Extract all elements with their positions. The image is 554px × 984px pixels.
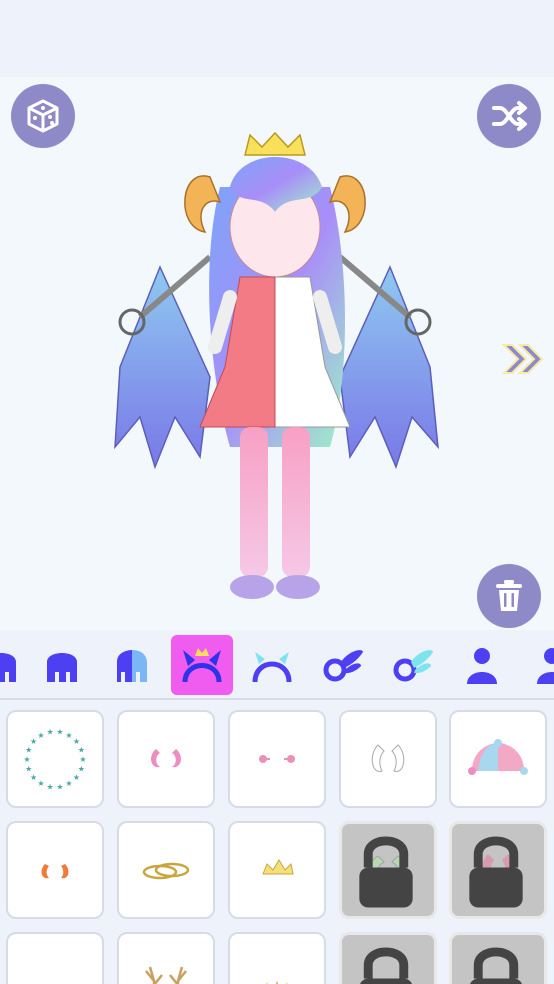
svg-text:★: ★ <box>79 755 86 764</box>
item-tile-white-horns[interactable] <box>339 710 437 808</box>
white-horns-icon <box>371 744 405 772</box>
gold-rings-halo-icon <box>142 862 190 880</box>
lock-icon <box>360 947 412 984</box>
item-tile-demon-horns[interactable] <box>449 821 547 919</box>
item-tile-jester-hat[interactable] <box>449 710 547 808</box>
item-tile-gold-rings-halo[interactable] <box>117 821 215 919</box>
shuffle-icon <box>492 101 527 131</box>
item-tile-small-pink-horns[interactable] <box>117 710 215 808</box>
clear-button[interactable] <box>477 564 541 628</box>
shuffle-button[interactable] <box>477 84 541 148</box>
headband-icon <box>252 652 292 683</box>
category-tab-wings[interactable] <box>311 635 373 695</box>
item-grid: ★ ★ ★ ★ ★ ★ ★ ★ ★ ★ ★ ★ ★ ★ ★ ★ ★ ★ <box>0 702 554 984</box>
category-tab-hair-back[interactable] <box>31 635 93 695</box>
category-tab-wings-alt[interactable] <box>381 635 443 695</box>
small-pink-horns-icon <box>151 749 181 768</box>
dice-icon <box>27 99 59 133</box>
earrings-icon <box>259 755 295 763</box>
svg-text:★: ★ <box>56 727 63 736</box>
trash-icon <box>496 580 522 611</box>
antlers-icon <box>145 966 187 984</box>
svg-text:★: ★ <box>65 731 72 740</box>
svg-text:★: ★ <box>73 773 80 782</box>
lock-icon <box>470 947 522 984</box>
horns-headband-icon <box>182 648 222 683</box>
category-tab-body[interactable] <box>451 635 513 695</box>
category-tab-hair-front[interactable] <box>0 635 32 695</box>
double-chevron-right-icon <box>501 344 544 374</box>
hair-color-icon <box>117 650 147 682</box>
svg-text:★: ★ <box>25 765 32 774</box>
svg-text:★: ★ <box>30 773 37 782</box>
svg-text:★: ★ <box>30 737 37 746</box>
svg-text:★: ★ <box>47 783 54 792</box>
item-tile-earrings[interactable] <box>228 710 326 808</box>
empty-slot <box>15 941 95 984</box>
svg-text:★: ★ <box>78 745 85 754</box>
hair-back-icon <box>47 653 77 682</box>
tiara-icon <box>262 859 294 875</box>
randomize-button[interactable] <box>11 84 75 148</box>
sun-crown-icon <box>266 981 288 984</box>
item-tile-antlers[interactable] <box>117 932 215 984</box>
svg-text:★: ★ <box>37 779 44 788</box>
item-tile-curled-horns[interactable] <box>339 821 437 919</box>
svg-text:★: ★ <box>23 755 30 764</box>
svg-text:★: ★ <box>37 731 44 740</box>
category-tab-horns-headband[interactable] <box>171 635 233 695</box>
svg-text:★: ★ <box>47 727 54 736</box>
category-tab-body-alt[interactable] <box>521 635 554 695</box>
body-alt-icon <box>537 648 554 684</box>
wings-icon <box>323 650 363 682</box>
hair-front-icon <box>0 653 16 682</box>
character-stage <box>0 77 554 630</box>
orange-horns-icon <box>41 864 69 879</box>
category-tab-bar <box>0 630 554 700</box>
item-tile-star-halo[interactable]: ★ ★ ★ ★ ★ ★ ★ ★ ★ ★ ★ ★ ★ ★ ★ ★ ★ ★ <box>6 710 104 808</box>
item-tile-purple-halo[interactable] <box>449 932 547 984</box>
next-page-button[interactable] <box>500 339 548 379</box>
svg-text:★: ★ <box>56 783 63 792</box>
lock-icon <box>359 836 413 908</box>
category-tab-hair-color[interactable] <box>101 635 163 695</box>
item-tile-tiara[interactable] <box>228 821 326 919</box>
dress-up-character <box>114 131 439 599</box>
svg-text:★: ★ <box>65 779 72 788</box>
wings-alt-icon <box>393 650 433 682</box>
status-bar-area <box>0 0 554 77</box>
lock-icon <box>469 836 523 908</box>
svg-text:★: ★ <box>25 745 32 754</box>
jester-hat-icon <box>468 739 528 775</box>
item-tile-empty-slot[interactable] <box>6 932 104 984</box>
item-tile-orange-horns[interactable] <box>6 821 104 919</box>
star-halo-icon: ★★★★★★★★★★★★★ ★ ★ ★★★ <box>23 727 86 792</box>
item-tile-fin-ears[interactable] <box>339 932 437 984</box>
category-tab-headband[interactable] <box>241 635 303 695</box>
item-tile-sun-crown[interactable] <box>228 932 326 984</box>
body-icon <box>467 648 497 684</box>
